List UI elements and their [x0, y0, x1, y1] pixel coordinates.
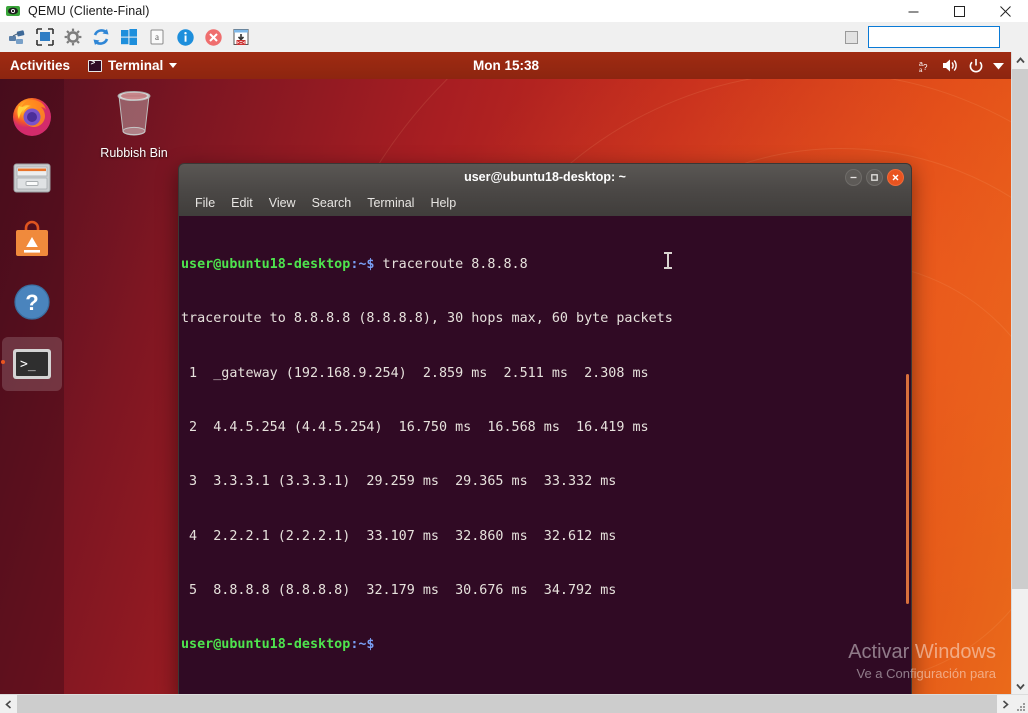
svg-text:>_: >_: [20, 357, 36, 372]
help-icon: ?: [9, 279, 55, 325]
network-icon[interactable]: [4, 24, 30, 50]
minimize-button[interactable]: [890, 0, 936, 22]
firefox-icon: [9, 93, 55, 139]
terminal-line: user@ubuntu18-desktop:~$: [181, 636, 911, 654]
terminal-line: 2 4.4.5.254 (4.4.5.254) 16.750 ms 16.568…: [181, 419, 911, 437]
screen: QEMU (Cliente-Final): [0, 0, 1028, 713]
scroll-down-arrow-icon[interactable]: [1012, 678, 1028, 695]
horizontal-scrollbar[interactable]: [0, 694, 1028, 713]
resize-grip-icon[interactable]: [1015, 700, 1027, 712]
volume-icon[interactable]: [942, 58, 959, 73]
menu-item-help[interactable]: Help: [424, 194, 462, 212]
terminal-window: user@ubuntu18-desktop: ~ File Edit Vie: [178, 163, 912, 695]
gear-icon[interactable]: [60, 24, 86, 50]
terminal-line: traceroute to 8.8.8.8 (8.8.8.8), 30 hops…: [181, 310, 911, 328]
dock-item-software[interactable]: [0, 209, 64, 271]
keyboard-input-icon[interactable]: a ? a: [918, 59, 933, 73]
desktop-icon-label: Rubbish Bin: [95, 146, 173, 160]
menu-item-terminal[interactable]: Terminal: [361, 194, 420, 212]
vertical-scrollbar-thumb[interactable]: [1012, 69, 1028, 589]
host-window-title: QEMU (Cliente-Final): [28, 4, 149, 18]
menu-item-view[interactable]: View: [263, 194, 302, 212]
shell-prompt-user: user@ubuntu18-desktop: [181, 637, 350, 652]
activities-button[interactable]: Activities: [0, 52, 80, 79]
terminal-menubar: File Edit View Search Terminal Help: [178, 190, 912, 216]
power-icon[interactable]: [968, 58, 984, 74]
shell-command: traceroute 8.8.8.8: [375, 257, 528, 272]
desktop-icon-rubbish-bin[interactable]: Rubbish Bin: [95, 85, 173, 160]
host-window-titlebar: QEMU (Cliente-Final): [0, 0, 1028, 23]
dock-item-files[interactable]: [0, 147, 64, 209]
vertical-scrollbar[interactable]: [1011, 52, 1028, 695]
panel-edge-strip: [906, 374, 909, 604]
qemu-icon: [5, 3, 21, 19]
refresh-icon[interactable]: [88, 24, 114, 50]
ubuntu-software-icon: [9, 217, 55, 263]
fullscreen-icon[interactable]: [32, 24, 58, 50]
text-cursor-icon: [667, 253, 669, 268]
terminal-icon: [88, 60, 102, 72]
close-button[interactable]: [982, 0, 1028, 22]
menu-item-search[interactable]: Search: [306, 194, 358, 212]
dock-item-firefox[interactable]: [0, 85, 64, 147]
host-toolbar: a: [0, 22, 1028, 53]
minimize-button[interactable]: [845, 169, 862, 186]
topbar-app-label: Terminal: [108, 58, 163, 73]
windows-logo-icon[interactable]: [116, 24, 142, 50]
scroll-left-arrow-icon[interactable]: [0, 695, 17, 713]
terminal-line: 3 3.3.3.1 (3.3.3.1) 29.259 ms 29.365 ms …: [181, 473, 911, 491]
system-tray: a ? a: [918, 58, 1012, 74]
topbar-app-menu[interactable]: Terminal: [80, 52, 185, 79]
svg-text:a: a: [155, 32, 159, 42]
import-icon[interactable]: [228, 24, 254, 50]
info-icon[interactable]: [172, 24, 198, 50]
svg-text:?: ?: [25, 290, 38, 315]
chevron-down-icon[interactable]: [993, 62, 1004, 70]
maximize-button[interactable]: [936, 0, 982, 22]
toolbar-checkbox[interactable]: [845, 31, 858, 44]
close-button[interactable]: [887, 169, 904, 186]
scroll-right-arrow-icon[interactable]: [997, 695, 1014, 713]
menu-item-edit[interactable]: Edit: [225, 194, 259, 212]
shell-prompt-path: :~$: [350, 257, 374, 272]
shell-prompt-path: :~$: [350, 637, 374, 652]
terminal-line: 1 _gateway (192.168.9.254) 2.859 ms 2.51…: [181, 365, 911, 383]
dock-item-terminal[interactable]: >_: [0, 333, 64, 395]
scroll-up-arrow-icon[interactable]: [1012, 52, 1028, 69]
terminal-icon: >_: [9, 341, 55, 387]
guest-viewport: Activities Terminal Mon 15:38 a ? a: [0, 52, 1012, 695]
terminal-line: 5 8.8.8.8 (8.8.8.8) 32.179 ms 30.676 ms …: [181, 582, 911, 600]
host-window-controls: [890, 0, 1028, 22]
terminal-output-area[interactable]: user@ubuntu18-desktop:~$ traceroute 8.8.…: [178, 216, 912, 695]
terminal-line: 4 2.2.2.1 (2.2.2.1) 33.107 ms 32.860 ms …: [181, 528, 911, 546]
files-icon: [9, 155, 55, 201]
gnome-top-bar: Activities Terminal Mon 15:38 a ? a: [0, 52, 1012, 79]
shell-prompt-user: user@ubuntu18-desktop: [181, 257, 350, 272]
chevron-down-icon: [169, 63, 177, 68]
activities-label: Activities: [10, 58, 70, 73]
terminal-titlebar[interactable]: user@ubuntu18-desktop: ~: [178, 163, 912, 190]
dock-item-help[interactable]: ?: [0, 271, 64, 333]
document-icon[interactable]: a: [144, 24, 170, 50]
toolbar-text-input[interactable]: [868, 26, 1000, 48]
maximize-button[interactable]: [866, 169, 883, 186]
menu-item-file[interactable]: File: [189, 194, 221, 212]
horizontal-scrollbar-thumb[interactable]: [17, 695, 997, 713]
delete-icon[interactable]: [200, 24, 226, 50]
trash-icon: [108, 85, 160, 139]
terminal-line: user@ubuntu18-desktop:~$ traceroute 8.8.…: [181, 256, 911, 274]
ubuntu-dock: ? >_: [0, 79, 64, 695]
terminal-title: user@ubuntu18-desktop: ~: [179, 170, 911, 184]
svg-text:?: ?: [923, 63, 928, 72]
terminal-window-controls: [845, 169, 911, 186]
